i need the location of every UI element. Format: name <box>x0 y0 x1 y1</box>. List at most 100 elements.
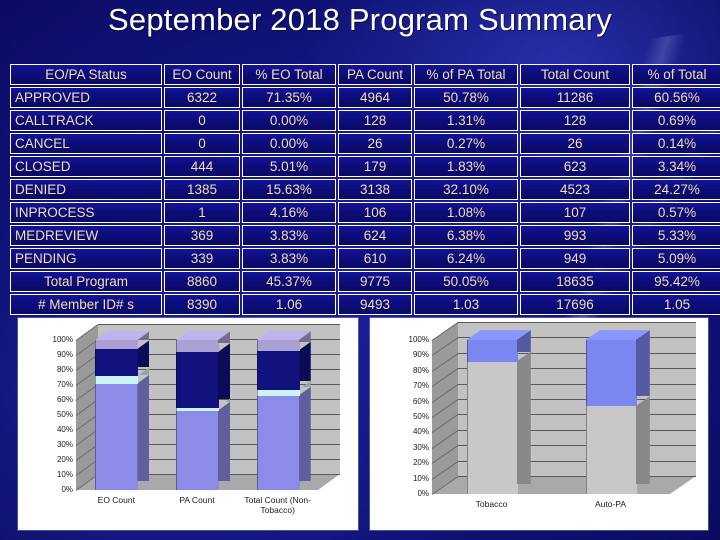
chart-y-axis-tick-label: 20% <box>56 455 73 464</box>
chart-bar-side-face <box>516 351 531 485</box>
table-row: CLOSED 444 5.01% 179 1.83% 623 3.34% <box>10 156 720 177</box>
table-cell-value: 3.83% <box>242 248 336 269</box>
chart-tobacco-autopa-distribution: 100% 90% 80% 70% 60% 50% 40% 30% 20% 10% 0% Tobacco… <box>370 318 708 530</box>
table-column-header: % EO Total <box>242 64 336 85</box>
table-cell-status: CALLTRACK <box>10 110 162 131</box>
table-cell-value: 8390 <box>164 294 240 315</box>
chart-bar-side-face <box>137 374 150 482</box>
chart-y-axis-tick-label: 80% <box>412 365 429 375</box>
table-cell-status: DENIED <box>10 179 162 200</box>
table-cell-value: 5.09% <box>632 248 720 269</box>
table-cell-status: APPROVED <box>10 87 162 108</box>
table-cell-value: 50.05% <box>414 271 518 292</box>
chart-y-axis-tick-label: 100% <box>408 335 429 344</box>
table-column-header: % of PA Total <box>414 64 518 85</box>
table-cell-value: 0.27% <box>414 133 518 154</box>
chart-bar-side-face <box>218 401 231 482</box>
table-row: PENDING 339 3.83% 610 6.24% 949 5.09% <box>10 248 720 269</box>
chart-x-axis-tick-label: Auto-PA <box>594 499 627 509</box>
table-row: MEDREVIEW 369 3.83% 624 6.38% 993 5.33% <box>10 225 720 246</box>
table-cell-value: 0.14% <box>632 133 720 154</box>
table-cell-value: 949 <box>520 248 630 269</box>
table-cell-status: MEDREVIEW <box>10 225 162 246</box>
table-cell-value: 6322 <box>164 87 240 108</box>
table-row: CALLTRACK 0 0.00% 128 1.31% 128 0.69% <box>10 110 720 131</box>
chart-y-axis-tick-label: 100% <box>52 335 73 344</box>
table-cell-value: 0.57% <box>632 202 720 223</box>
chart-y-axis-tick-label: 90% <box>56 350 73 359</box>
table-row: CANCEL 0 0.00% 26 0.27% 26 0.14% <box>10 133 720 154</box>
chart-y-axis-tick-label: 70% <box>56 380 73 389</box>
table-row: INPROCESS 1 4.16% 106 1.08% 107 0.57% <box>10 202 720 223</box>
table-cell-value: 107 <box>520 202 630 223</box>
table-cell-value: 11286 <box>520 87 630 108</box>
chart-bar-segment <box>176 407 219 411</box>
table-cell-value: 1.06 <box>242 294 336 315</box>
table-cell-value: 5.33% <box>632 225 720 246</box>
chart-bar-segment <box>176 352 219 408</box>
chart-y-axis-tick-label: 60% <box>412 396 429 406</box>
chart-bar-side-face <box>218 343 231 399</box>
chart-bar-segment <box>466 340 518 362</box>
table-cell-value: 3.34% <box>632 156 720 177</box>
table-cell-value: 15.63% <box>242 179 336 200</box>
table-column-header: % of Total <box>632 64 720 85</box>
page-title: September 2018 Program Summary <box>108 2 612 37</box>
table-cell-value: 18635 <box>520 271 630 292</box>
table-body: APPROVED 6322 71.35% 4964 50.78% 11286 60.56% C… <box>10 87 720 315</box>
table-cell-value: 4523 <box>520 179 630 200</box>
table-cell-value: 26 <box>520 133 630 154</box>
table-header-row: EO/PA Status EO Count% EO Total PA Count% … <box>10 64 720 85</box>
table-cell-value: 106 <box>338 202 412 223</box>
chart-y-axis-tick-label: 70% <box>412 381 429 391</box>
table-cell-value: 6.24% <box>414 248 518 269</box>
table-cell-value: 1.05 <box>632 294 720 315</box>
table-cell-value: 24.27% <box>632 179 720 200</box>
table-cell-value: 32.10% <box>414 179 518 200</box>
chart-bar-segment <box>256 340 300 351</box>
table-cell-value: 26 <box>338 133 412 154</box>
table-cell-value: 1.83% <box>414 156 518 177</box>
table-row: DENIED 1385 15.63% 3138 32.10% 4523 24.27% <box>10 179 720 200</box>
table-cell-status: CLOSED <box>10 156 162 177</box>
chart-y-axis-tick-label: 0% <box>417 489 429 498</box>
table-column-header: EO Count <box>164 64 240 85</box>
chart-bar-segment <box>95 340 139 349</box>
chart-bar-segment <box>585 406 637 494</box>
chart-y-axis-tick-label: 50% <box>412 412 429 421</box>
table-cell-value: 0 <box>164 133 240 154</box>
table-cell-value: 128 <box>520 110 630 131</box>
table-cell-value: 5.01% <box>242 156 336 177</box>
table-cell-value: 0.00% <box>242 133 336 154</box>
table-row: APPROVED 6322 71.35% 4964 50.78% 11286 60.56% <box>10 87 720 108</box>
chart-y-axis-tick-label: 90% <box>412 350 429 360</box>
chart-bar-side-face <box>635 396 650 485</box>
table-cell-value: 3138 <box>338 179 412 200</box>
table-cell-value: 4.16% <box>242 202 336 223</box>
table-cell-value: 610 <box>338 248 412 269</box>
table-cell-value: 1.31% <box>414 110 518 131</box>
table-cell-value: 179 <box>338 156 412 177</box>
chart-bar-side-face <box>298 386 311 482</box>
table-row: Total Program 8860 45.37% 9775 50.05% 18635 95… <box>10 271 720 292</box>
table-cell-value: 624 <box>338 225 412 246</box>
chart-bar-segment <box>176 340 219 352</box>
chart-x-axis-tick-label: EO Count <box>97 495 135 505</box>
chart-bar-segment <box>466 361 518 494</box>
table-column-header: EO/PA Status <box>10 64 162 85</box>
table-cell-value: 1.08% <box>414 202 518 223</box>
table-cell-value: 50.78% <box>414 87 518 108</box>
program-summary-table: EO/PA Status EO Count% EO Total PA Count% … <box>8 62 720 317</box>
table-cell-value: 8860 <box>164 271 240 292</box>
table-cell-value: 1.03 <box>414 294 518 315</box>
table-cell-value: 369 <box>164 225 240 246</box>
chart-bar-segment <box>256 389 300 396</box>
table-cell-value: 1385 <box>164 179 240 200</box>
table-cell-value: 0 <box>164 110 240 131</box>
table-cell-value: 95.42% <box>632 271 720 292</box>
chart-y-axis-tick-label: 80% <box>56 365 73 374</box>
chart-gridline <box>98 324 340 325</box>
chart-x-axis-tick-label: Tobacco <box>475 499 508 509</box>
chart-y-axis-tick-label: 50% <box>56 410 73 419</box>
table-header: EO/PA Status EO Count% EO Total PA Count% … <box>10 64 720 85</box>
